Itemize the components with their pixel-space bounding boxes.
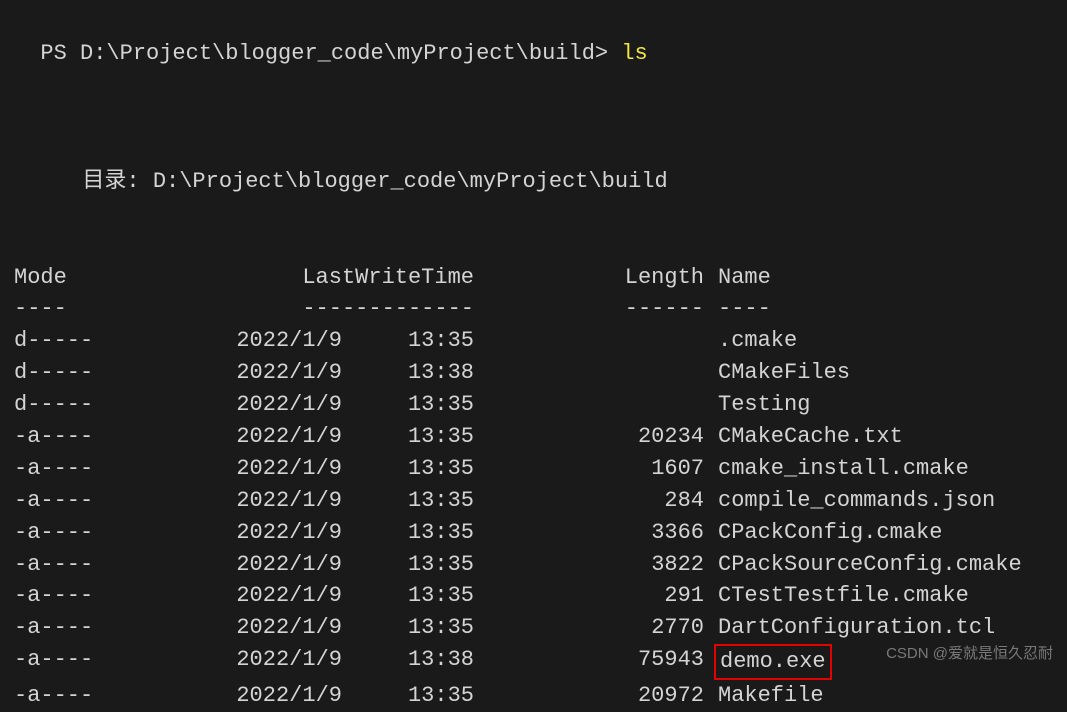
cell-mode: -a----	[14, 421, 104, 453]
cell-datetime: 2022/1/9 13:35	[104, 612, 474, 644]
directory-path: D:\Project\blogger_code\myProject\build	[153, 169, 668, 194]
table-row: -a---- 2022/1/9 13:353366CPackConfig.cma…	[14, 517, 1053, 549]
table-row: -a---- 2022/1/9 13:3520234CMakeCache.txt	[14, 421, 1053, 453]
cell-name: demo.exe	[704, 644, 832, 680]
header-name: Name	[704, 262, 771, 294]
cell-length: 3822	[474, 549, 704, 581]
prompt-line[interactable]: PS D:\Project\blogger_code\myProject\bui…	[14, 6, 1053, 70]
prompt-command: ls	[621, 41, 647, 66]
cell-datetime: 2022/1/9 13:35	[104, 680, 474, 712]
cell-datetime: 2022/1/9 13:35	[104, 325, 474, 357]
cell-mode: -a----	[14, 549, 104, 581]
table-row: -a---- 2022/1/9 13:352770DartConfigurati…	[14, 612, 1053, 644]
cell-length: 75943	[474, 644, 704, 680]
table-row: d----- 2022/1/9 13:35 Testing	[14, 389, 1053, 421]
prompt-suffix: >	[595, 41, 621, 66]
cell-length: 20234	[474, 421, 704, 453]
cell-datetime: 2022/1/9 13:35	[104, 580, 474, 612]
divider-name: ----	[704, 293, 771, 325]
cell-datetime: 2022/1/9 13:35	[104, 453, 474, 485]
divider-row: ---- ------------- ------ ----	[14, 293, 1053, 325]
cell-name: Testing	[704, 389, 810, 421]
cell-length: 284	[474, 485, 704, 517]
directory-line: 目录: D:\Project\blogger_code\myProject\bu…	[14, 134, 1053, 198]
cell-name: Makefile	[704, 680, 824, 712]
watermark: CSDN @爱就是恒久忍耐	[886, 643, 1053, 665]
cell-name: cmake_install.cmake	[704, 453, 969, 485]
cell-datetime: 2022/1/9 13:38	[104, 357, 474, 389]
cell-mode: -a----	[14, 517, 104, 549]
table-row: -a---- 2022/1/9 13:353822CPackSourceConf…	[14, 549, 1053, 581]
cell-datetime: 2022/1/9 13:35	[104, 421, 474, 453]
cell-length: 1607	[474, 453, 704, 485]
header-row: Mode LastWriteTime Length Name	[14, 262, 1053, 294]
cell-datetime: 2022/1/9 13:35	[104, 549, 474, 581]
cell-datetime: 2022/1/9 13:35	[104, 517, 474, 549]
table-row: -a---- 2022/1/9 13:35284compile_commands…	[14, 485, 1053, 517]
cell-mode: -a----	[14, 580, 104, 612]
header-lastwrite: LastWriteTime	[104, 262, 474, 294]
divider-mode: ----	[14, 293, 104, 325]
cell-mode: d-----	[14, 389, 104, 421]
divider-length: ------	[474, 293, 704, 325]
cell-length: 291	[474, 580, 704, 612]
cell-name: CMakeFiles	[704, 357, 850, 389]
cell-name: CTestTestfile.cmake	[704, 580, 969, 612]
cell-datetime: 2022/1/9 13:38	[104, 644, 474, 680]
cell-mode: d-----	[14, 357, 104, 389]
cell-mode: -a----	[14, 612, 104, 644]
cell-mode: -a----	[14, 485, 104, 517]
cell-length	[474, 389, 704, 421]
cell-datetime: 2022/1/9 13:35	[104, 389, 474, 421]
prompt-prefix: PS	[40, 41, 80, 66]
cell-length	[474, 357, 704, 389]
cell-length: 20972	[474, 680, 704, 712]
cell-name: compile_commands.json	[704, 485, 995, 517]
cell-name: CMakeCache.txt	[704, 421, 903, 453]
table-row: -a---- 2022/1/9 13:35291CTestTestfile.cm…	[14, 580, 1053, 612]
cell-length	[474, 325, 704, 357]
header-mode: Mode	[14, 262, 104, 294]
cell-name: CPackSourceConfig.cmake	[704, 549, 1022, 581]
table-row: d----- 2022/1/9 13:35 .cmake	[14, 325, 1053, 357]
cell-name: CPackConfig.cmake	[704, 517, 942, 549]
cell-name: .cmake	[704, 325, 797, 357]
prompt-path: D:\Project\blogger_code\myProject\build	[80, 41, 595, 66]
table-row: -a---- 2022/1/9 13:3520972Makefile	[14, 680, 1053, 712]
divider-lastwrite: -------------	[104, 293, 474, 325]
table-row: -a---- 2022/1/9 13:351607cmake_install.c…	[14, 453, 1053, 485]
cell-datetime: 2022/1/9 13:35	[104, 485, 474, 517]
highlight-box: demo.exe	[714, 644, 832, 680]
cell-length: 3366	[474, 517, 704, 549]
cell-name: DartConfiguration.tcl	[704, 612, 995, 644]
header-length: Length	[474, 262, 704, 294]
cell-mode: d-----	[14, 325, 104, 357]
cell-mode: -a----	[14, 644, 104, 680]
cell-mode: -a----	[14, 680, 104, 712]
table-row: d----- 2022/1/9 13:38 CMakeFiles	[14, 357, 1053, 389]
cell-mode: -a----	[14, 453, 104, 485]
cell-length: 2770	[474, 612, 704, 644]
directory-label: 目录:	[82, 169, 152, 194]
